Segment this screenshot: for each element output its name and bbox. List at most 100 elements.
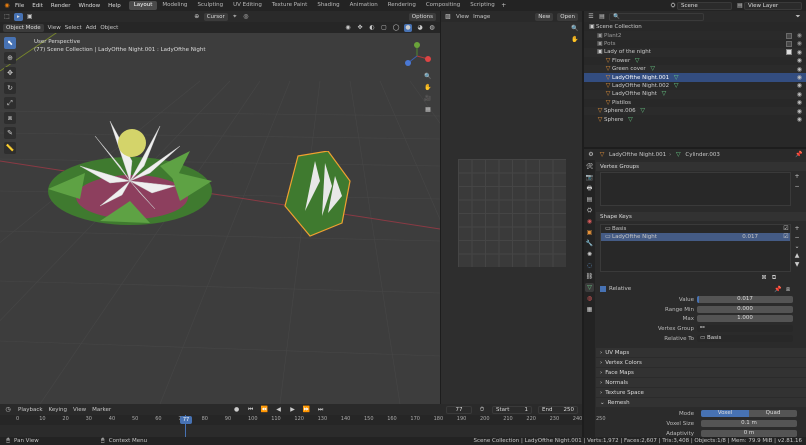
material-tab-icon[interactable]: ◍ bbox=[585, 294, 594, 303]
shape-key-mute-checkbox[interactable]: ☑ bbox=[782, 233, 790, 241]
shape-key-mute-checkbox[interactable]: ☑ bbox=[782, 225, 790, 233]
normals-panel-header[interactable]: › Normals bbox=[596, 378, 806, 387]
relative-to-field[interactable]: ▭ Basis bbox=[697, 335, 793, 342]
outliner-row-ladyofthe-night-002[interactable]: ▽ LadyOfthe Night.002 ▽ ◉ bbox=[584, 82, 806, 90]
menu-view[interactable]: View bbox=[48, 25, 61, 31]
zoom-icon[interactable]: 🔍 bbox=[424, 73, 432, 81]
workspace-tab-rendering[interactable]: Rendering bbox=[383, 1, 421, 10]
timeline-menu-keying[interactable]: Keying bbox=[49, 407, 67, 413]
scene-selector[interactable]: Scene bbox=[677, 1, 732, 10]
exclude-checkbox[interactable] bbox=[786, 32, 792, 39]
exclude-checkbox[interactable] bbox=[786, 49, 792, 56]
menu-select[interactable]: Select bbox=[65, 25, 82, 31]
workspace-tab-animation[interactable]: Animation bbox=[345, 1, 383, 10]
workspace-tab-scripting[interactable]: Scripting bbox=[465, 1, 499, 10]
select-tool-icon[interactable]: ⬉ bbox=[4, 37, 16, 49]
shading-rendered-icon[interactable]: ◍ bbox=[428, 24, 436, 32]
start-frame-field[interactable]: Start 1 bbox=[492, 405, 533, 414]
range-min-field[interactable]: 0.000 bbox=[697, 306, 793, 313]
rotate-tool-icon[interactable]: ↻ bbox=[4, 82, 16, 94]
jump-start-icon[interactable]: ⏮ bbox=[247, 406, 255, 414]
visibility-icon[interactable]: ◉ bbox=[344, 24, 352, 32]
eye-icon[interactable]: ◉ bbox=[797, 91, 802, 98]
adaptivity-field[interactable]: 0 m bbox=[701, 430, 797, 437]
proportional-edit-icon[interactable]: ◎ bbox=[242, 13, 250, 21]
navigation-gizmo[interactable] bbox=[402, 41, 432, 71]
shape-key-row-ladyofthe-night[interactable]: ▭ LadyOfthe Night 0.017 ☑ bbox=[601, 233, 790, 241]
eye-icon[interactable]: ◉ bbox=[797, 49, 802, 56]
play-reverse-icon[interactable]: ◀ bbox=[275, 406, 283, 414]
next-keyframe-icon[interactable]: ⏩ bbox=[303, 406, 311, 414]
ortho-grid-icon[interactable]: ▦ bbox=[424, 106, 432, 114]
transform-orientation-dropdown[interactable]: Cursor bbox=[203, 12, 228, 21]
shape-key-row-basis[interactable]: ▭ Basis ☑ bbox=[601, 225, 790, 233]
world-tab-icon[interactable]: ◉ bbox=[585, 217, 594, 226]
object-data-tab-icon[interactable]: ▽ bbox=[585, 283, 594, 292]
face-maps-panel-header[interactable]: › Face Maps bbox=[596, 368, 806, 377]
eye-icon[interactable]: ◉ bbox=[797, 74, 802, 81]
pan-hand-icon[interactable]: ✋ bbox=[571, 36, 579, 44]
options-dropdown[interactable]: Options bbox=[408, 12, 436, 21]
image-menu-image[interactable]: Image bbox=[473, 14, 490, 20]
vertex-groups-list[interactable] bbox=[600, 172, 791, 206]
jump-end-icon[interactable]: ⏭ bbox=[317, 406, 325, 414]
shading-wireframe-icon[interactable]: ◯ bbox=[392, 24, 400, 32]
view-layer-selector[interactable]: View Layer bbox=[744, 1, 802, 10]
outliner-row-scene-collection[interactable]: ▣ Scene Collection bbox=[584, 23, 806, 31]
select-box-tool[interactable]: ▸ bbox=[14, 12, 23, 21]
mode-quad-button[interactable]: Quad bbox=[749, 410, 797, 417]
eye-icon[interactable]: ◉ bbox=[797, 57, 802, 64]
remove-vertex-group-icon[interactable]: − bbox=[793, 183, 801, 191]
playhead-frame-badge[interactable]: 77 bbox=[180, 416, 192, 424]
menu-file[interactable]: File bbox=[11, 3, 28, 9]
relative-checkbox-row[interactable]: Relative bbox=[600, 286, 631, 292]
preview-range-icon[interactable]: ⏱ bbox=[478, 406, 486, 414]
open-image-button[interactable]: Open bbox=[557, 12, 578, 21]
object-tab-icon[interactable]: ▣ bbox=[585, 228, 594, 237]
eye-icon[interactable]: ◉ bbox=[797, 108, 802, 115]
relative-checkbox[interactable] bbox=[600, 286, 606, 292]
constraints-tab-icon[interactable]: ⛓ bbox=[585, 272, 594, 281]
outliner-row-green-cover[interactable]: ▽ Green cover ▽ ◉ bbox=[584, 65, 806, 74]
eye-icon[interactable]: ◉ bbox=[797, 32, 802, 39]
menu-edit[interactable]: Edit bbox=[28, 3, 47, 9]
move-down-icon[interactable]: ▼ bbox=[793, 261, 801, 269]
shape-keys-panel-header[interactable]: Shape Keys bbox=[596, 212, 806, 221]
scale-tool-icon[interactable]: ⤢ bbox=[4, 97, 16, 109]
annotate-tool-icon[interactable]: ✎ bbox=[4, 127, 16, 139]
tool-tab-icon[interactable]: 🛠 bbox=[585, 162, 594, 171]
workspace-tab-compositing[interactable]: Compositing bbox=[421, 1, 465, 10]
display-mode-icon[interactable]: ▤ bbox=[598, 13, 606, 21]
eye-icon[interactable]: ◉ bbox=[797, 40, 802, 47]
filter-icon[interactable]: ⏷ bbox=[794, 13, 802, 21]
move-up-icon[interactable]: ▲ bbox=[793, 252, 801, 260]
workspace-tab-uv-editing[interactable]: UV Editing bbox=[228, 1, 267, 10]
workspace-tab-sculpting[interactable]: Sculpting bbox=[192, 1, 228, 10]
select-mode-icon[interactable]: ▣ bbox=[26, 13, 34, 21]
timeline-track[interactable] bbox=[0, 425, 582, 437]
outliner-row-flower[interactable]: ▽ Flower ▽ ◉ bbox=[584, 57, 806, 65]
new-image-button[interactable]: New bbox=[535, 12, 554, 21]
record-icon[interactable]: ● bbox=[233, 406, 241, 414]
menu-help[interactable]: Help bbox=[104, 3, 125, 9]
measure-tool-icon[interactable]: 📏 bbox=[4, 142, 16, 154]
outliner-row-sphere-006[interactable]: ▽ Sphere.006 ▽ ◉ bbox=[584, 107, 806, 116]
outliner-search-input[interactable]: 🔍 bbox=[609, 12, 704, 21]
clear-shape-keys-icon[interactable]: ⊠ bbox=[760, 274, 768, 282]
transform-tool-icon[interactable]: ⧈ bbox=[4, 112, 16, 124]
modifier-tab-icon[interactable]: 🔧 bbox=[585, 239, 594, 248]
eye-icon[interactable]: ◉ bbox=[797, 66, 802, 73]
outliner[interactable]: ☰ ▤ 🔍 ⏷ ▣ Scene Collection ▣ Plant2 ◉ ▣ Pots… bbox=[584, 11, 806, 147]
timeline-menu-view[interactable]: View bbox=[73, 407, 86, 413]
menu-add[interactable]: Add bbox=[86, 25, 97, 31]
max-field[interactable]: 1.000 bbox=[697, 315, 793, 322]
blender-logo-icon[interactable]: ◉ bbox=[3, 2, 11, 10]
edit-mode-shape-key-icon[interactable]: ⧉ bbox=[770, 274, 778, 282]
eye-icon[interactable]: ◉ bbox=[797, 99, 802, 106]
timeline-menu-marker[interactable]: Marker bbox=[92, 407, 111, 413]
properties-editor[interactable]: ⚙ ▽ LadyOfthe Night.001 › ▽ Cylinder.003… bbox=[584, 149, 806, 445]
editor-type-icon[interactable]: ⬚ bbox=[3, 13, 11, 21]
image-menu-view[interactable]: View bbox=[456, 14, 469, 20]
workspace-tab-layout[interactable]: Layout bbox=[128, 1, 158, 10]
3d-viewport[interactable]: 🔍 ✋ 🎥 ▦ ⬚ ▸ ▣ ⊕ Cursor ⌖ ◎ Options Objec… bbox=[0, 11, 440, 404]
